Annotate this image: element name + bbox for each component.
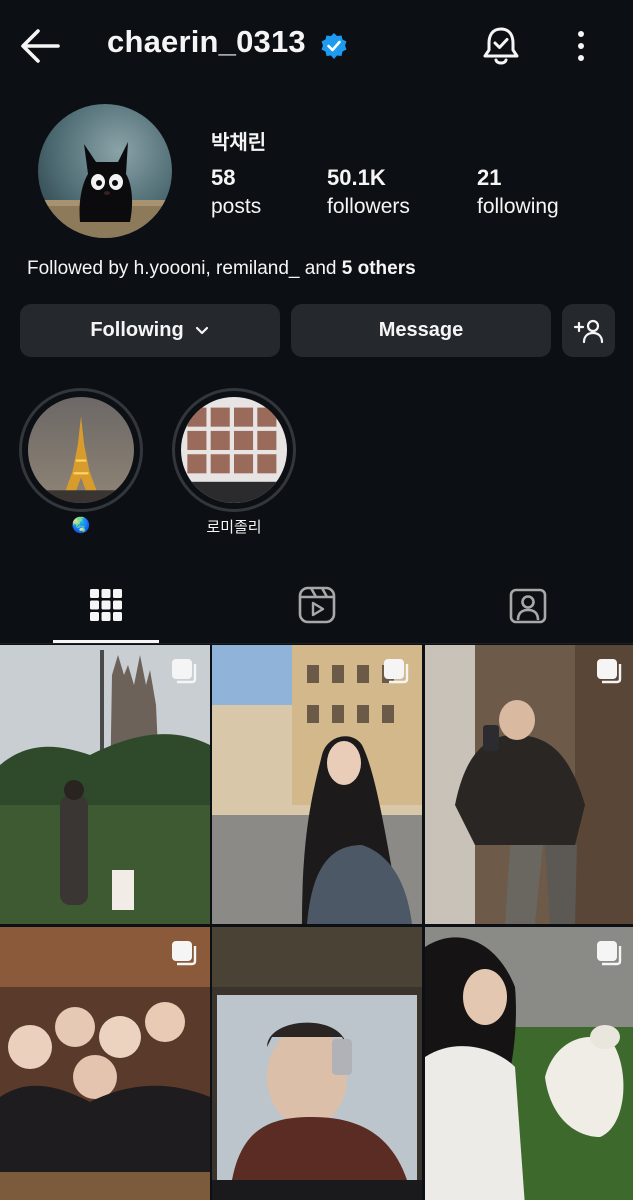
post-image	[425, 927, 633, 1200]
stat-posts-count: 58	[211, 165, 236, 190]
avatar-black-cat-image	[38, 104, 172, 238]
post-image	[0, 645, 210, 924]
highlight-eiffel-tower-image	[28, 397, 134, 503]
stat-posts[interactable]: 58 posts	[211, 164, 261, 222]
highlight-label: 🌏	[71, 517, 91, 534]
profile-display-name: 박채린	[211, 132, 267, 154]
selected-tab-indicator	[53, 640, 159, 643]
following-button[interactable]: Following	[20, 304, 280, 357]
carousel-icon	[597, 659, 622, 684]
highlight-ring	[19, 388, 143, 512]
message-button-label: Message	[378, 319, 464, 341]
stat-followers[interactable]: 50.1K followers	[327, 164, 410, 222]
post-image	[425, 645, 633, 924]
carousel-icon	[172, 941, 197, 966]
following-button-label: Following	[90, 319, 184, 341]
highlight-ring	[172, 388, 296, 512]
highlight-globe[interactable]: 🌏	[19, 388, 143, 534]
stat-following-count: 21	[477, 165, 502, 190]
grid-icon	[89, 589, 122, 621]
bell-check-icon[interactable]	[480, 24, 522, 68]
profile-username: chaerin_0313	[107, 24, 306, 59]
carousel-icon	[597, 941, 622, 966]
stat-followers-label: followers	[327, 195, 410, 218]
post-thumbnail[interactable]	[0, 645, 210, 924]
post-image	[212, 645, 422, 924]
reels-icon	[298, 586, 335, 624]
carousel-icon	[172, 659, 197, 684]
post-thumbnail[interactable]	[212, 645, 422, 924]
highlight-romi-jolly[interactable]: 로미졸리	[172, 388, 296, 537]
message-button[interactable]: Message	[291, 304, 551, 357]
top-bar: chaerin_0313	[0, 0, 633, 92]
chevron-down-icon	[195, 326, 208, 334]
tagged-person-icon	[509, 588, 546, 624]
stat-followers-count: 50.1K	[327, 165, 386, 190]
post-thumbnail[interactable]	[425, 927, 633, 1200]
carousel-icon	[384, 659, 409, 684]
tab-tagged[interactable]	[422, 566, 633, 644]
highlight-photo-grid-image	[181, 397, 287, 503]
add-person-icon	[573, 319, 603, 343]
stat-posts-label: posts	[211, 195, 262, 218]
profile-tabs	[0, 566, 633, 644]
post-image	[212, 927, 422, 1200]
post-thumbnail[interactable]	[425, 645, 633, 924]
highlight-label: 로미졸리	[206, 519, 262, 536]
followed-by-text[interactable]: Followed by h.yoooni, remiland_ and 5 ot…	[27, 258, 416, 280]
tab-posts[interactable]	[0, 566, 211, 644]
stat-following[interactable]: 21 following	[477, 164, 559, 222]
post-thumbnail[interactable]	[0, 927, 210, 1200]
followed-by-others: 5 others	[341, 258, 416, 279]
verified-badge-icon	[321, 33, 347, 59]
post-thumbnail[interactable]	[212, 927, 422, 1200]
more-vertical-icon[interactable]	[567, 26, 595, 66]
profile-avatar[interactable]	[38, 104, 172, 238]
arrow-left-icon[interactable]	[18, 26, 62, 66]
add-person-button[interactable]	[562, 304, 615, 357]
stat-following-label: following	[477, 195, 559, 218]
tab-reels[interactable]	[211, 566, 422, 644]
followed-by-prefix: Followed by h.yoooni, remiland_ and	[27, 258, 342, 279]
post-image	[0, 927, 210, 1200]
